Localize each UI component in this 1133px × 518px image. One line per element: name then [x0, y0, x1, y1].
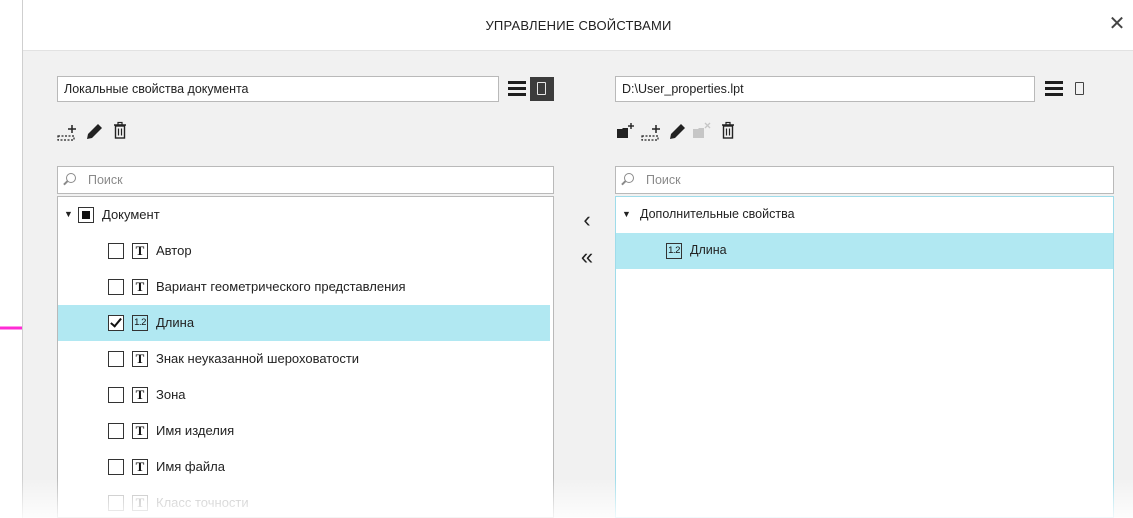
- add-folder-icon[interactable]: [615, 120, 637, 142]
- right-search-placeholder: Поиск: [646, 173, 681, 187]
- property-checkbox[interactable]: [108, 495, 124, 511]
- remove-folder-icon[interactable]: [691, 120, 713, 142]
- tree-item[interactable]: 1.2 Длина: [58, 305, 550, 341]
- search-icon: [624, 173, 634, 183]
- number-type-icon: 1.2: [132, 315, 148, 331]
- text-type-icon: T: [132, 423, 148, 439]
- right-source-combobox[interactable]: D:\User_properties.lpt: [615, 76, 1035, 102]
- text-type-icon: T: [132, 387, 148, 403]
- root-checkbox[interactable]: [78, 207, 94, 223]
- text-type-icon: T: [132, 243, 148, 259]
- trash-icon[interactable]: [109, 120, 131, 142]
- edit-pencil-icon[interactable]: [666, 120, 688, 142]
- expand-caret-icon[interactable]: ▼: [622, 209, 631, 219]
- list-menu-button[interactable]: [505, 77, 529, 101]
- tree-item[interactable]: 1.2 Длина: [616, 233, 1113, 269]
- property-checkbox[interactable]: [108, 279, 124, 295]
- edit-pencil-icon[interactable]: [83, 120, 105, 142]
- dialog-title: УПРАВЛЕНИЕ СВОЙСТВАМИ: [485, 18, 672, 33]
- title-bar: УПРАВЛЕНИЕ СВОЙСТВАМИ ✕: [23, 0, 1133, 51]
- property-checkbox[interactable]: [108, 423, 124, 439]
- text-type-icon: T: [132, 495, 148, 511]
- tree-item[interactable]: T Знак неуказанной шероховатости: [58, 341, 550, 377]
- document-icon: [1075, 82, 1084, 95]
- property-checkbox[interactable]: [108, 459, 124, 475]
- tree-item-label: Зона: [156, 387, 186, 402]
- right-search-field[interactable]: Поиск: [615, 166, 1114, 194]
- tree-item[interactable]: T Имя изделия: [58, 413, 550, 449]
- tree-root-document[interactable]: ▼ Документ: [58, 197, 553, 233]
- tree-item-label: Вариант геометрического представления: [156, 279, 406, 294]
- left-property-tree[interactable]: ▼ Документ T Автор T Вариант геометрическог…: [57, 196, 554, 518]
- document-icon: [537, 82, 546, 95]
- list-menu-button[interactable]: [1042, 77, 1066, 101]
- search-icon: [66, 173, 76, 183]
- tree-item-label: Имя изделия: [156, 423, 235, 438]
- tree-item-label: Длина: [690, 243, 727, 257]
- tree-item-label: Длина: [156, 315, 195, 330]
- close-button[interactable]: ✕: [1106, 12, 1128, 36]
- property-checkbox[interactable]: [108, 243, 124, 259]
- group-label: Дополнительные свойства: [640, 207, 795, 221]
- number-type-icon: 1.2: [666, 243, 682, 259]
- left-search-field[interactable]: Поиск: [57, 166, 554, 194]
- expand-caret-icon[interactable]: ▼: [64, 209, 73, 219]
- property-checkbox[interactable]: [108, 351, 124, 367]
- left-source-combobox[interactable]: Локальные свойства документа: [57, 76, 499, 102]
- add-property-icon[interactable]: [57, 121, 79, 143]
- root-label: Документ: [102, 207, 160, 222]
- move-selected-button[interactable]: ‹: [575, 207, 599, 233]
- tree-item-label: Имя файла: [156, 459, 225, 474]
- tree-group-additional[interactable]: ▼ Дополнительные свойства: [616, 197, 1113, 233]
- tree-item[interactable]: T Вариант геометрического представления: [58, 269, 550, 305]
- text-type-icon: T: [132, 279, 148, 295]
- text-type-icon: T: [132, 459, 148, 475]
- tree-item[interactable]: T Класс точности: [58, 485, 550, 517]
- tree-item[interactable]: T Автор: [58, 233, 550, 269]
- text-type-icon: T: [132, 351, 148, 367]
- tree-item-label: Автор: [156, 243, 192, 258]
- document-mode-button[interactable]: [530, 77, 554, 101]
- tree-item[interactable]: T Имя файла: [58, 449, 550, 485]
- right-property-tree[interactable]: ▼ Дополнительные свойства 1.2 Длина: [615, 196, 1114, 518]
- add-property-icon[interactable]: [641, 121, 663, 143]
- tree-item-label: Знак неуказанной шероховатости: [156, 351, 360, 366]
- tree-item[interactable]: T Зона: [58, 377, 550, 413]
- tree-item-label: Класс точности: [156, 495, 249, 510]
- properties-dialog: УПРАВЛЕНИЕ СВОЙСТВАМИ ✕ Локальные свойст…: [22, 0, 1133, 518]
- move-all-button[interactable]: «: [575, 244, 599, 270]
- trash-icon[interactable]: [717, 120, 739, 142]
- document-mode-button[interactable]: [1068, 77, 1092, 101]
- left-search-placeholder: Поиск: [88, 173, 123, 187]
- property-checkbox[interactable]: [108, 315, 124, 331]
- property-checkbox[interactable]: [108, 387, 124, 403]
